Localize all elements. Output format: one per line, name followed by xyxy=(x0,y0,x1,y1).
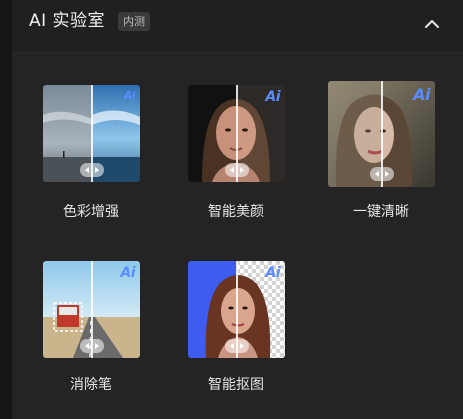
sharpen-thumbnail: Ai xyxy=(328,81,435,187)
ai-lab-header[interactable]: AI 实验室 内测 xyxy=(12,0,463,53)
ai-icon: Ai xyxy=(120,265,135,281)
compare-handle-icon xyxy=(80,163,104,177)
section-title: AI 实验室 xyxy=(29,11,106,31)
color-enhance-thumbnail: Ai xyxy=(43,85,140,182)
tool-label: 智能抠图 xyxy=(208,377,264,393)
chevron-up-icon[interactable] xyxy=(421,12,443,34)
tool-label: 消除笔 xyxy=(70,377,112,393)
ai-icon: Ai xyxy=(123,89,136,102)
compare-handle-icon xyxy=(225,163,249,177)
ai-icon: Ai xyxy=(265,265,280,281)
beta-badge: 内测 xyxy=(118,12,150,31)
compare-handle-icon xyxy=(370,167,394,181)
tool-label: 色彩增强 xyxy=(63,204,119,220)
beauty-thumbnail: Ai xyxy=(188,85,285,182)
compare-handle-icon xyxy=(80,339,104,353)
tool-label: 一键清晰 xyxy=(353,204,409,220)
tool-label: 智能美颜 xyxy=(208,204,264,220)
ai-icon: Ai xyxy=(413,85,430,104)
compare-handle-icon xyxy=(225,339,249,353)
ai-lab-panel: AI 实验室 内测 Ai 色彩增强 Ai 智能美颜 Ai 一键清晰 Ai 消除笔… xyxy=(12,0,463,419)
eraser-thumbnail: Ai xyxy=(43,261,140,358)
cutout-thumbnail: Ai xyxy=(188,261,285,358)
ai-icon: Ai xyxy=(265,89,280,105)
